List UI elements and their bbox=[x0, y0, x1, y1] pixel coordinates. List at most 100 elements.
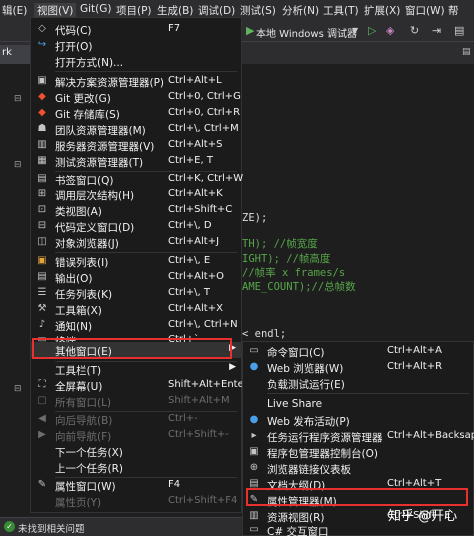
menu-item-test-explorer[interactable]: ▦ 测试资源管理器(T) Ctrl+E, T bbox=[31, 153, 241, 169]
fold-marker-icon[interactable]: ⊟ bbox=[14, 160, 22, 170]
toolbar-refresh-icon[interactable]: ↻ bbox=[410, 24, 419, 37]
menu-separator bbox=[267, 393, 469, 394]
all-windows-icon: ▢ bbox=[37, 395, 47, 406]
web-publish-icon: ● bbox=[249, 414, 259, 425]
code-definition-icon: ⊟ bbox=[37, 220, 47, 231]
browser-link-icon: ⊕ bbox=[249, 462, 259, 473]
submenu-item-command-window[interactable]: ▭ 命令窗口(C) Ctrl+Alt+A bbox=[243, 343, 473, 359]
menu-help[interactable]: 帮 bbox=[448, 3, 459, 18]
menu-item-open[interactable]: ↪ 打开(O) bbox=[31, 37, 241, 53]
menu-item-toolbox[interactable]: ⚒ 工具箱(X) Ctrl+Alt+X bbox=[31, 301, 241, 317]
menu-item-label: 代码定义窗口(D) bbox=[55, 222, 135, 234]
menu-git[interactable]: Git(G) bbox=[80, 3, 112, 15]
web-browser-icon: ● bbox=[249, 361, 259, 372]
menu-item-label: 工具栏(T) bbox=[55, 365, 102, 377]
package-manager-icon: ▣ bbox=[249, 446, 259, 457]
menu-item-label: 输出(O) bbox=[55, 273, 93, 285]
menu-item-shortcut: Ctrl+\, Ctrl+M bbox=[168, 123, 239, 134]
menu-build[interactable]: 生成(B) bbox=[157, 3, 193, 18]
git-changes-icon: ◆ bbox=[38, 91, 46, 102]
debug-target-label[interactable]: 本地 Windows 调试器 bbox=[256, 25, 357, 40]
object-browser-icon: ◫ bbox=[37, 236, 47, 247]
menu-window[interactable]: 窗口(W) bbox=[405, 3, 445, 18]
menu-item-label: C# 交互窗口 bbox=[267, 526, 329, 536]
menu-item-class-view[interactable]: ⊡ 类视图(A) Ctrl+Shift+C bbox=[31, 202, 241, 218]
chevron-down-icon[interactable]: ▼ bbox=[352, 26, 358, 35]
menu-item-label: 其他窗口(E) bbox=[55, 346, 112, 358]
submenu-item-task-runner[interactable]: ▸ 任务运行程序资源管理器 Ctrl+Alt+Backsapce bbox=[243, 428, 474, 444]
menu-item-git-changes[interactable]: ◆ Git 更改(G) Ctrl+0, Ctrl+G bbox=[31, 89, 241, 105]
fold-marker-icon[interactable]: ⊟ bbox=[14, 384, 22, 394]
menu-test[interactable]: 测试(S) bbox=[240, 3, 276, 18]
menu-item-output[interactable]: ▤ 输出(O) Ctrl+Alt+O bbox=[31, 269, 241, 285]
toolbar-step-icon[interactable]: ⇥ bbox=[432, 24, 441, 37]
menu-item-bookmark-window[interactable]: ▤ 书签窗口(Q) Ctrl+K, Ctrl+W bbox=[31, 171, 243, 187]
menu-debug[interactable]: 调试(D) bbox=[198, 3, 235, 18]
menu-item-solution-explorer[interactable]: ▣ 解决方案资源管理器(P) Ctrl+Alt+L bbox=[31, 73, 241, 89]
menu-item-shortcut: F7 bbox=[168, 23, 181, 34]
menu-item-team-explorer[interactable]: ☗ 团队资源管理器(M) Ctrl+\, Ctrl+M bbox=[31, 121, 241, 137]
check-icon: ✓ bbox=[4, 521, 15, 532]
tab-scroll-icon[interactable]: ▤ bbox=[462, 47, 471, 57]
menu-item-navigate-forward[interactable]: ▶ 向前导航(F) Ctrl+Shift+- bbox=[31, 427, 241, 443]
submenu-item-document-outline[interactable]: ▤ 文档大纲(D) Ctrl+Alt+T bbox=[243, 476, 473, 492]
menu-item-object-browser[interactable]: ◫ 对象浏览器(J) Ctrl+Alt+J bbox=[31, 234, 241, 250]
menu-item-shortcut: Ctrl+Alt+O bbox=[168, 271, 224, 282]
start-debug-icon[interactable]: ▶ bbox=[246, 24, 254, 37]
menu-extensions[interactable]: 扩展(X) bbox=[364, 3, 400, 18]
menu-edit[interactable]: 辑(E) bbox=[2, 3, 27, 18]
call-hierarchy-icon: ⊞ bbox=[37, 188, 47, 199]
menu-item-code-definition[interactable]: ⊟ 代码定义窗口(D) Ctrl+\, D bbox=[31, 218, 241, 234]
menu-item-next-task[interactable]: 下一个任务(X) bbox=[31, 443, 241, 459]
menu-item-label: 负载测试运行(E) bbox=[267, 379, 345, 391]
menu-item-server-explorer[interactable]: ▥ 服务器资源管理器(V) Ctrl+Alt+S bbox=[31, 137, 241, 153]
menu-item-navigate-back[interactable]: ◀ 向后导航(B) Ctrl+- bbox=[31, 411, 241, 427]
task-runner-icon: ▸ bbox=[251, 430, 257, 441]
submenu-item-package-manager[interactable]: ▣ 程序包管理器控制台(O) bbox=[243, 444, 473, 460]
menu-item-task-list[interactable]: ☰ 任务列表(K) Ctrl+\, T bbox=[31, 285, 241, 301]
menu-item-shortcut: Ctrl+\, T bbox=[168, 287, 211, 298]
menu-item-shortcut: Ctrl+Shift+- bbox=[168, 429, 229, 440]
menu-item-shortcut: F4 bbox=[168, 479, 181, 490]
menu-item-git-repository[interactable]: ◆ Git 存储库(S) Ctrl+0, Ctrl+R bbox=[31, 105, 241, 121]
menu-item-label: 对象浏览器(J) bbox=[55, 238, 119, 250]
menu-item-notifications[interactable]: ♪ 通知(N) Ctrl+\, Ctrl+N bbox=[31, 317, 241, 333]
menu-item-shortcut: Ctrl+Alt+X bbox=[168, 303, 223, 314]
menu-item-label: Git 更改(G) bbox=[55, 93, 111, 105]
menu-item-properties-window[interactable]: ✎ 属性窗口(W) F4 bbox=[31, 477, 241, 493]
menu-item-label: Live Share bbox=[267, 398, 323, 410]
menu-item-label: 所有窗口(L) bbox=[55, 397, 112, 409]
submenu-item-browser-link[interactable]: ⊕ 浏览器链接仪表板 bbox=[243, 460, 473, 476]
submenu-item-web-browser[interactable]: ● Web 浏览器(W) Ctrl+Alt+R bbox=[243, 359, 473, 375]
menu-item-all-windows[interactable]: ▢ 所有窗口(L) Shift+Alt+M bbox=[31, 393, 241, 409]
toolbar-tool-icon[interactable]: ◈ bbox=[386, 24, 394, 37]
submenu-item-csharp-interactive[interactable]: ▭ C# 交互窗口 bbox=[243, 522, 473, 536]
menu-item-label: 全屏幕(U) bbox=[55, 381, 103, 393]
menu-item-label: 类视图(A) bbox=[55, 206, 102, 218]
submenu-item-web-publish[interactable]: ● Web 发布活动(P) bbox=[243, 412, 473, 428]
start-without-debug-icon[interactable]: ▷ bbox=[368, 24, 376, 37]
menu-project[interactable]: 项目(P) bbox=[116, 3, 152, 18]
menu-item-full-screen[interactable]: ⛶ 全屏幕(U) Shift+Alt+Enter bbox=[31, 377, 248, 393]
menu-item-previous-task[interactable]: 上一个任务(R) bbox=[31, 459, 241, 475]
submenu-item-live-share[interactable]: Live Share bbox=[243, 396, 473, 412]
submenu-item-load-test-runs[interactable]: 负载测试运行(E) bbox=[243, 375, 473, 391]
menu-item-error-list[interactable]: ▣ 错误列表(I) Ctrl+\, E bbox=[31, 253, 241, 269]
menu-item-other-windows[interactable]: 其他窗口(E) ▶ bbox=[31, 342, 241, 358]
document-tab[interactable]: rk bbox=[0, 45, 30, 64]
menu-item-code[interactable]: ◇ 代码(C) F7 bbox=[31, 21, 241, 37]
menu-item-shortcut: Ctrl+Shift+F4 bbox=[168, 495, 238, 506]
menu-item-shortcut: Ctrl+Shift+C bbox=[168, 204, 233, 215]
menu-item-property-pages[interactable]: 属性页(Y) Ctrl+Shift+F4 bbox=[31, 493, 241, 509]
menu-item-call-hierarchy[interactable]: ⊞ 调用层次结构(H) Ctrl+Alt+K bbox=[31, 186, 241, 202]
status-text[interactable]: 未找到相关问题 bbox=[18, 521, 85, 535]
menu-item-shortcut: Ctrl+Alt+K bbox=[168, 188, 223, 199]
menu-tools[interactable]: 工具(T) bbox=[323, 3, 359, 18]
menu-analyze[interactable]: 分析(N) bbox=[282, 3, 319, 18]
menu-item-toolbars[interactable]: 工具栏(T) ▶ bbox=[31, 361, 241, 377]
fold-marker-icon[interactable]: ⊟ bbox=[14, 94, 22, 104]
property-manager-icon: ✎ bbox=[249, 494, 259, 505]
toolbar-misc-icon[interactable]: ▤ bbox=[454, 24, 464, 37]
menu-view[interactable]: 视图(V) bbox=[34, 3, 77, 18]
menu-item-open-with[interactable]: 打开方式(N)... bbox=[31, 53, 241, 69]
